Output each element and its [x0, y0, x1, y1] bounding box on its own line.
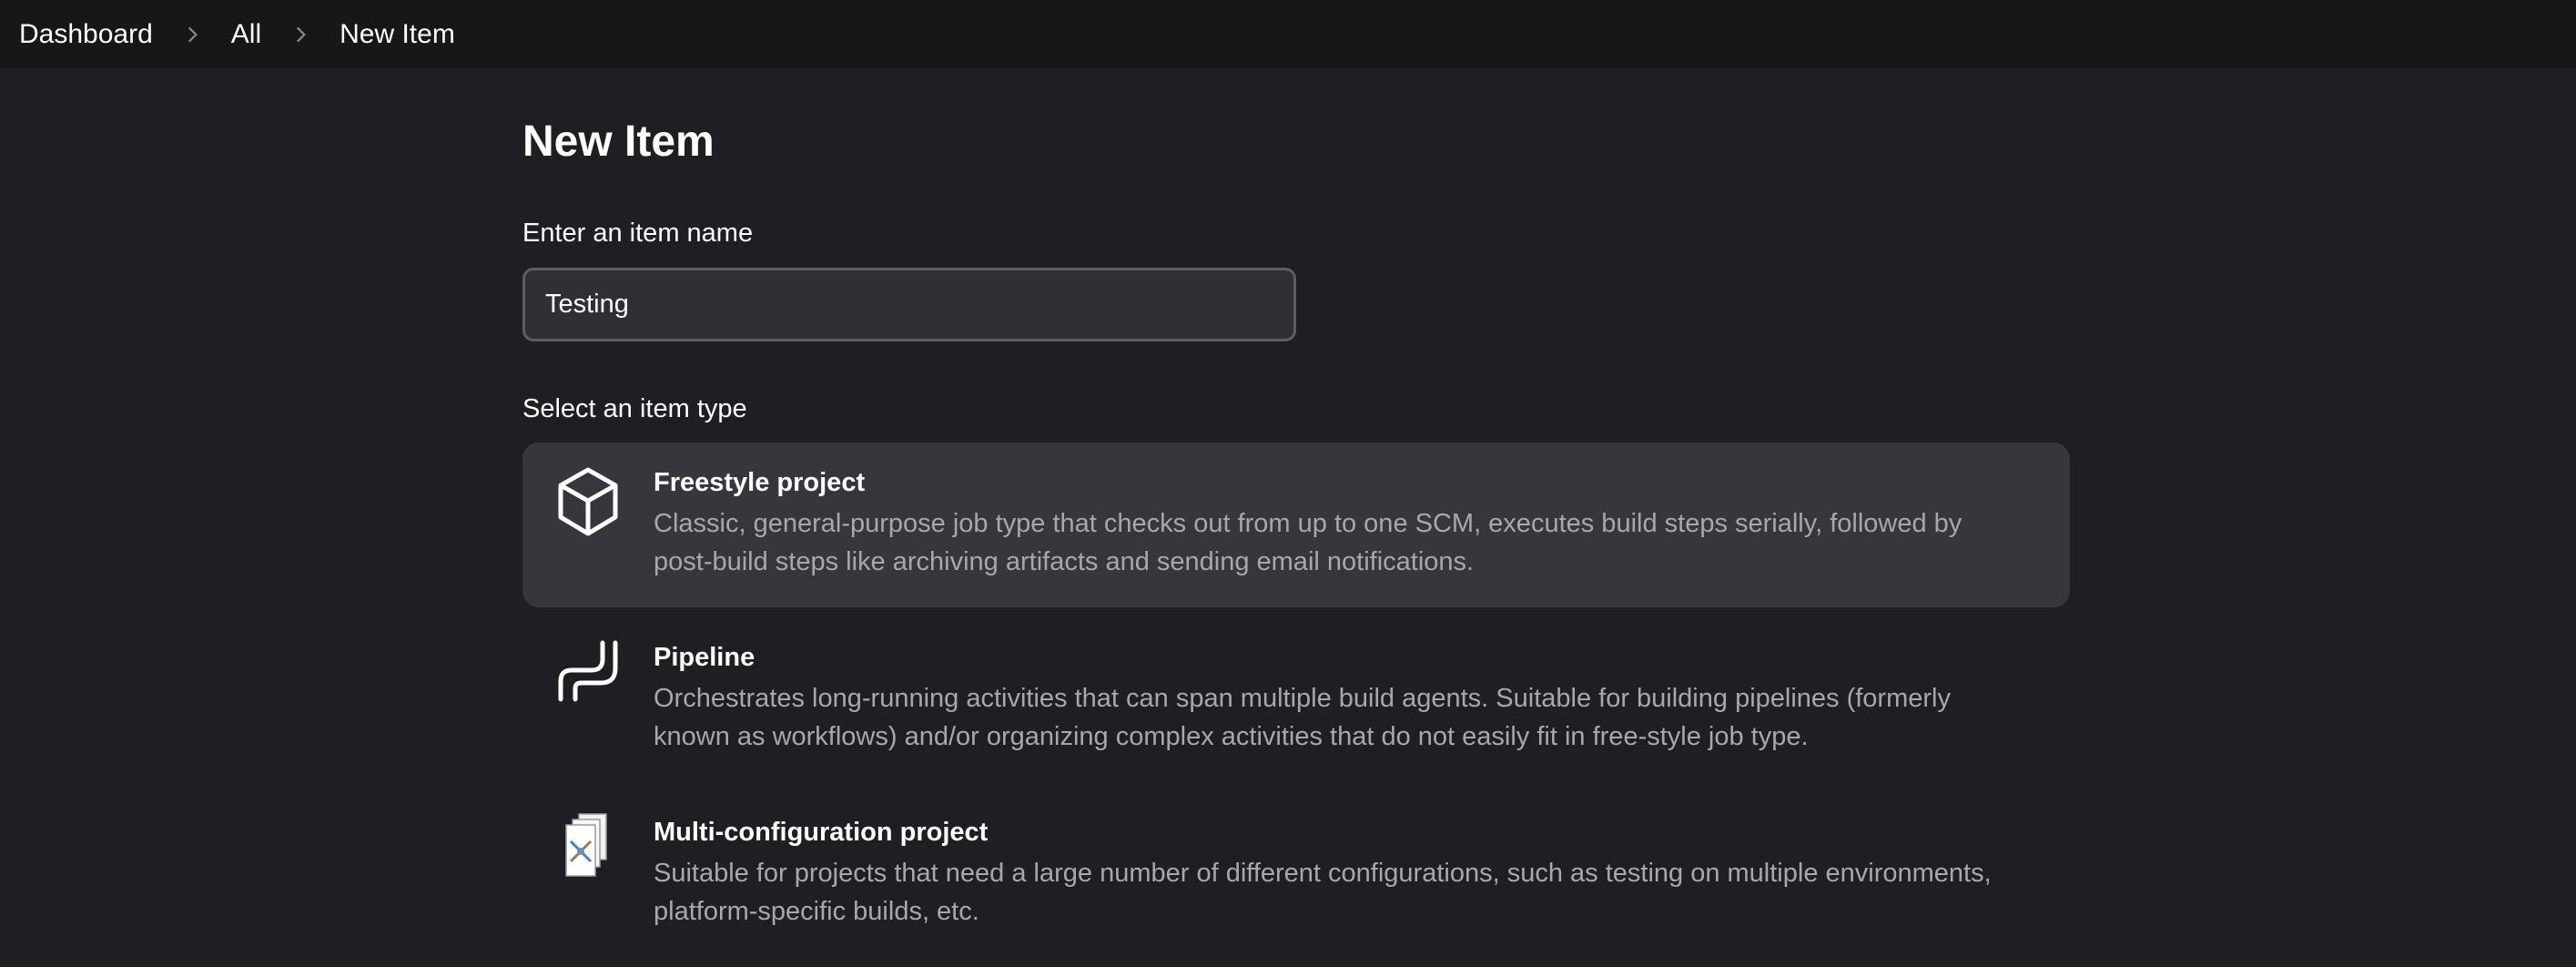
- chevron-right-icon: [297, 26, 306, 42]
- item-type-freestyle-project[interactable]: Freestyle project Classic, general-purpo…: [522, 443, 2070, 607]
- item-name-label: Enter an item name: [522, 219, 754, 248]
- item-type-pipeline[interactable]: Pipeline Orchestrates long-running activ…: [522, 617, 2070, 782]
- stacked-documents-icon: [565, 813, 607, 877]
- item-type-title: Pipeline: [654, 643, 756, 672]
- breadcrumb-new-item[interactable]: New Item: [340, 19, 455, 50]
- item-type-description: Suitable for projects that need a large …: [654, 859, 1992, 926]
- page-title: New Item: [522, 117, 715, 166]
- breadcrumb-dashboard[interactable]: Dashboard: [19, 19, 153, 50]
- item-type-label: Select an item type: [522, 394, 747, 423]
- item-name-input[interactable]: [522, 268, 1296, 341]
- breadcrumb-bar: Dashboard All New Item: [0, 0, 2576, 68]
- item-type-description: Orchestrates long-running activities tha…: [654, 684, 1951, 751]
- item-type-title: Multi-configuration project: [654, 818, 989, 847]
- cube-icon: [558, 467, 618, 536]
- chevron-right-icon: [188, 26, 198, 42]
- pipeline-icon: [558, 640, 618, 702]
- item-type-list: Freestyle project Classic, general-purpo…: [522, 443, 2070, 967]
- item-type-title: Freestyle project: [654, 468, 866, 497]
- breadcrumb-all[interactable]: All: [231, 19, 261, 50]
- item-type-description: Classic, general-purpose job type that c…: [654, 509, 1962, 576]
- item-type-multi-configuration-project[interactable]: Multi-configuration project Suitable for…: [522, 792, 2070, 957]
